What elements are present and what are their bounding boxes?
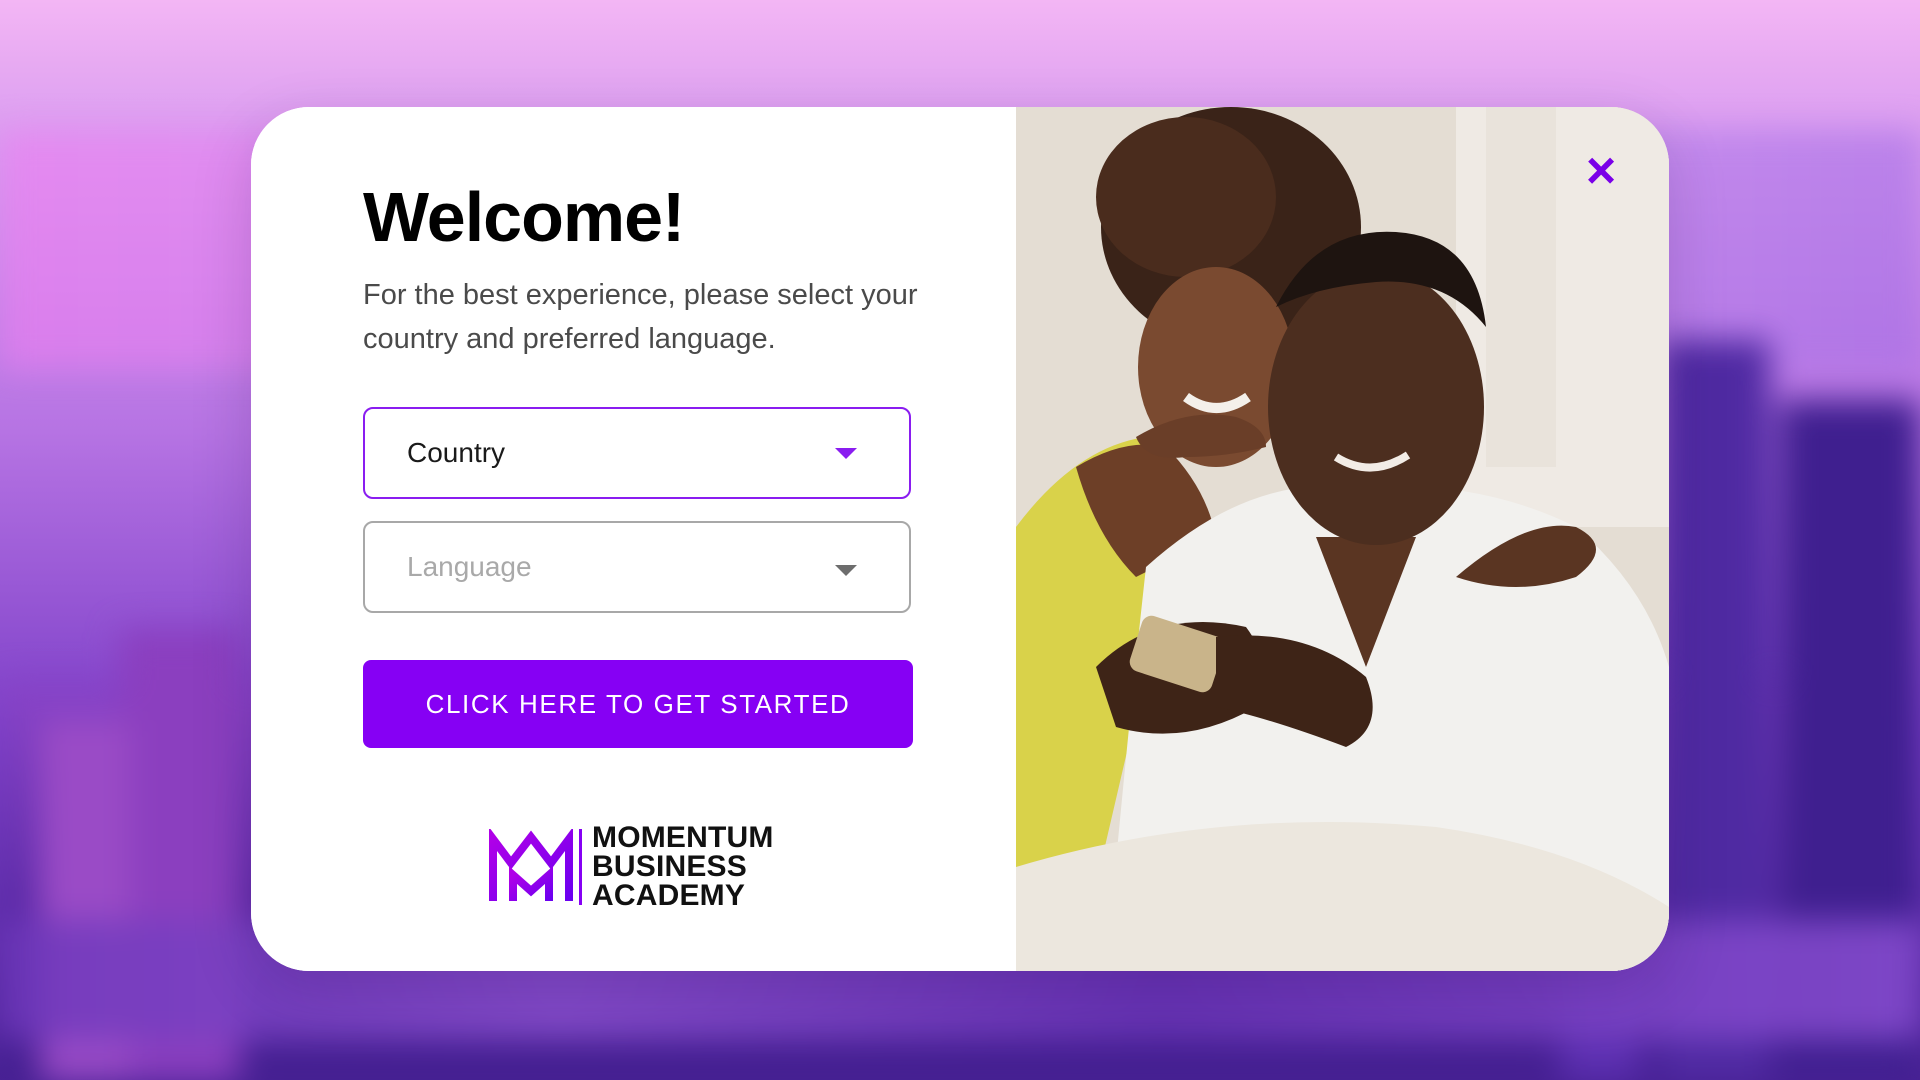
mba-monogram-logo (489, 828, 573, 901)
modal-subtitle: For the best experience, please select y… (363, 279, 918, 355)
close-icon[interactable]: × (1581, 145, 1621, 197)
language-select-placeholder: Language (407, 551, 532, 582)
modal-title: Welcome! (363, 178, 685, 256)
language-select[interactable]: Language (363, 521, 911, 613)
chevron-down-icon (835, 564, 857, 576)
get-started-button[interactable]: CLICK HERE TO GET STARTED (363, 660, 913, 748)
hero-photo: × (1016, 107, 1669, 971)
chevron-down-icon (835, 447, 857, 459)
country-select-value: Country (407, 437, 506, 468)
welcome-modal: Welcome! For the best experience, please… (251, 107, 1669, 971)
logo-line-1: MOMENTUM (592, 821, 774, 854)
country-select[interactable]: Country (363, 407, 911, 499)
modal-form-panel: Welcome! For the best experience, please… (251, 107, 1016, 971)
momentum-business-academy-logo: MOMENTUM BUSINESS ACADEMY (489, 821, 774, 912)
logo-divider (579, 828, 582, 905)
logo-wordmark: MOMENTUM BUSINESS ACADEMY (592, 821, 774, 912)
couple-with-phone-illustration (1016, 107, 1669, 971)
logo-line-2: BUSINESS (592, 850, 747, 883)
logo-line-3: ACADEMY (592, 879, 746, 912)
